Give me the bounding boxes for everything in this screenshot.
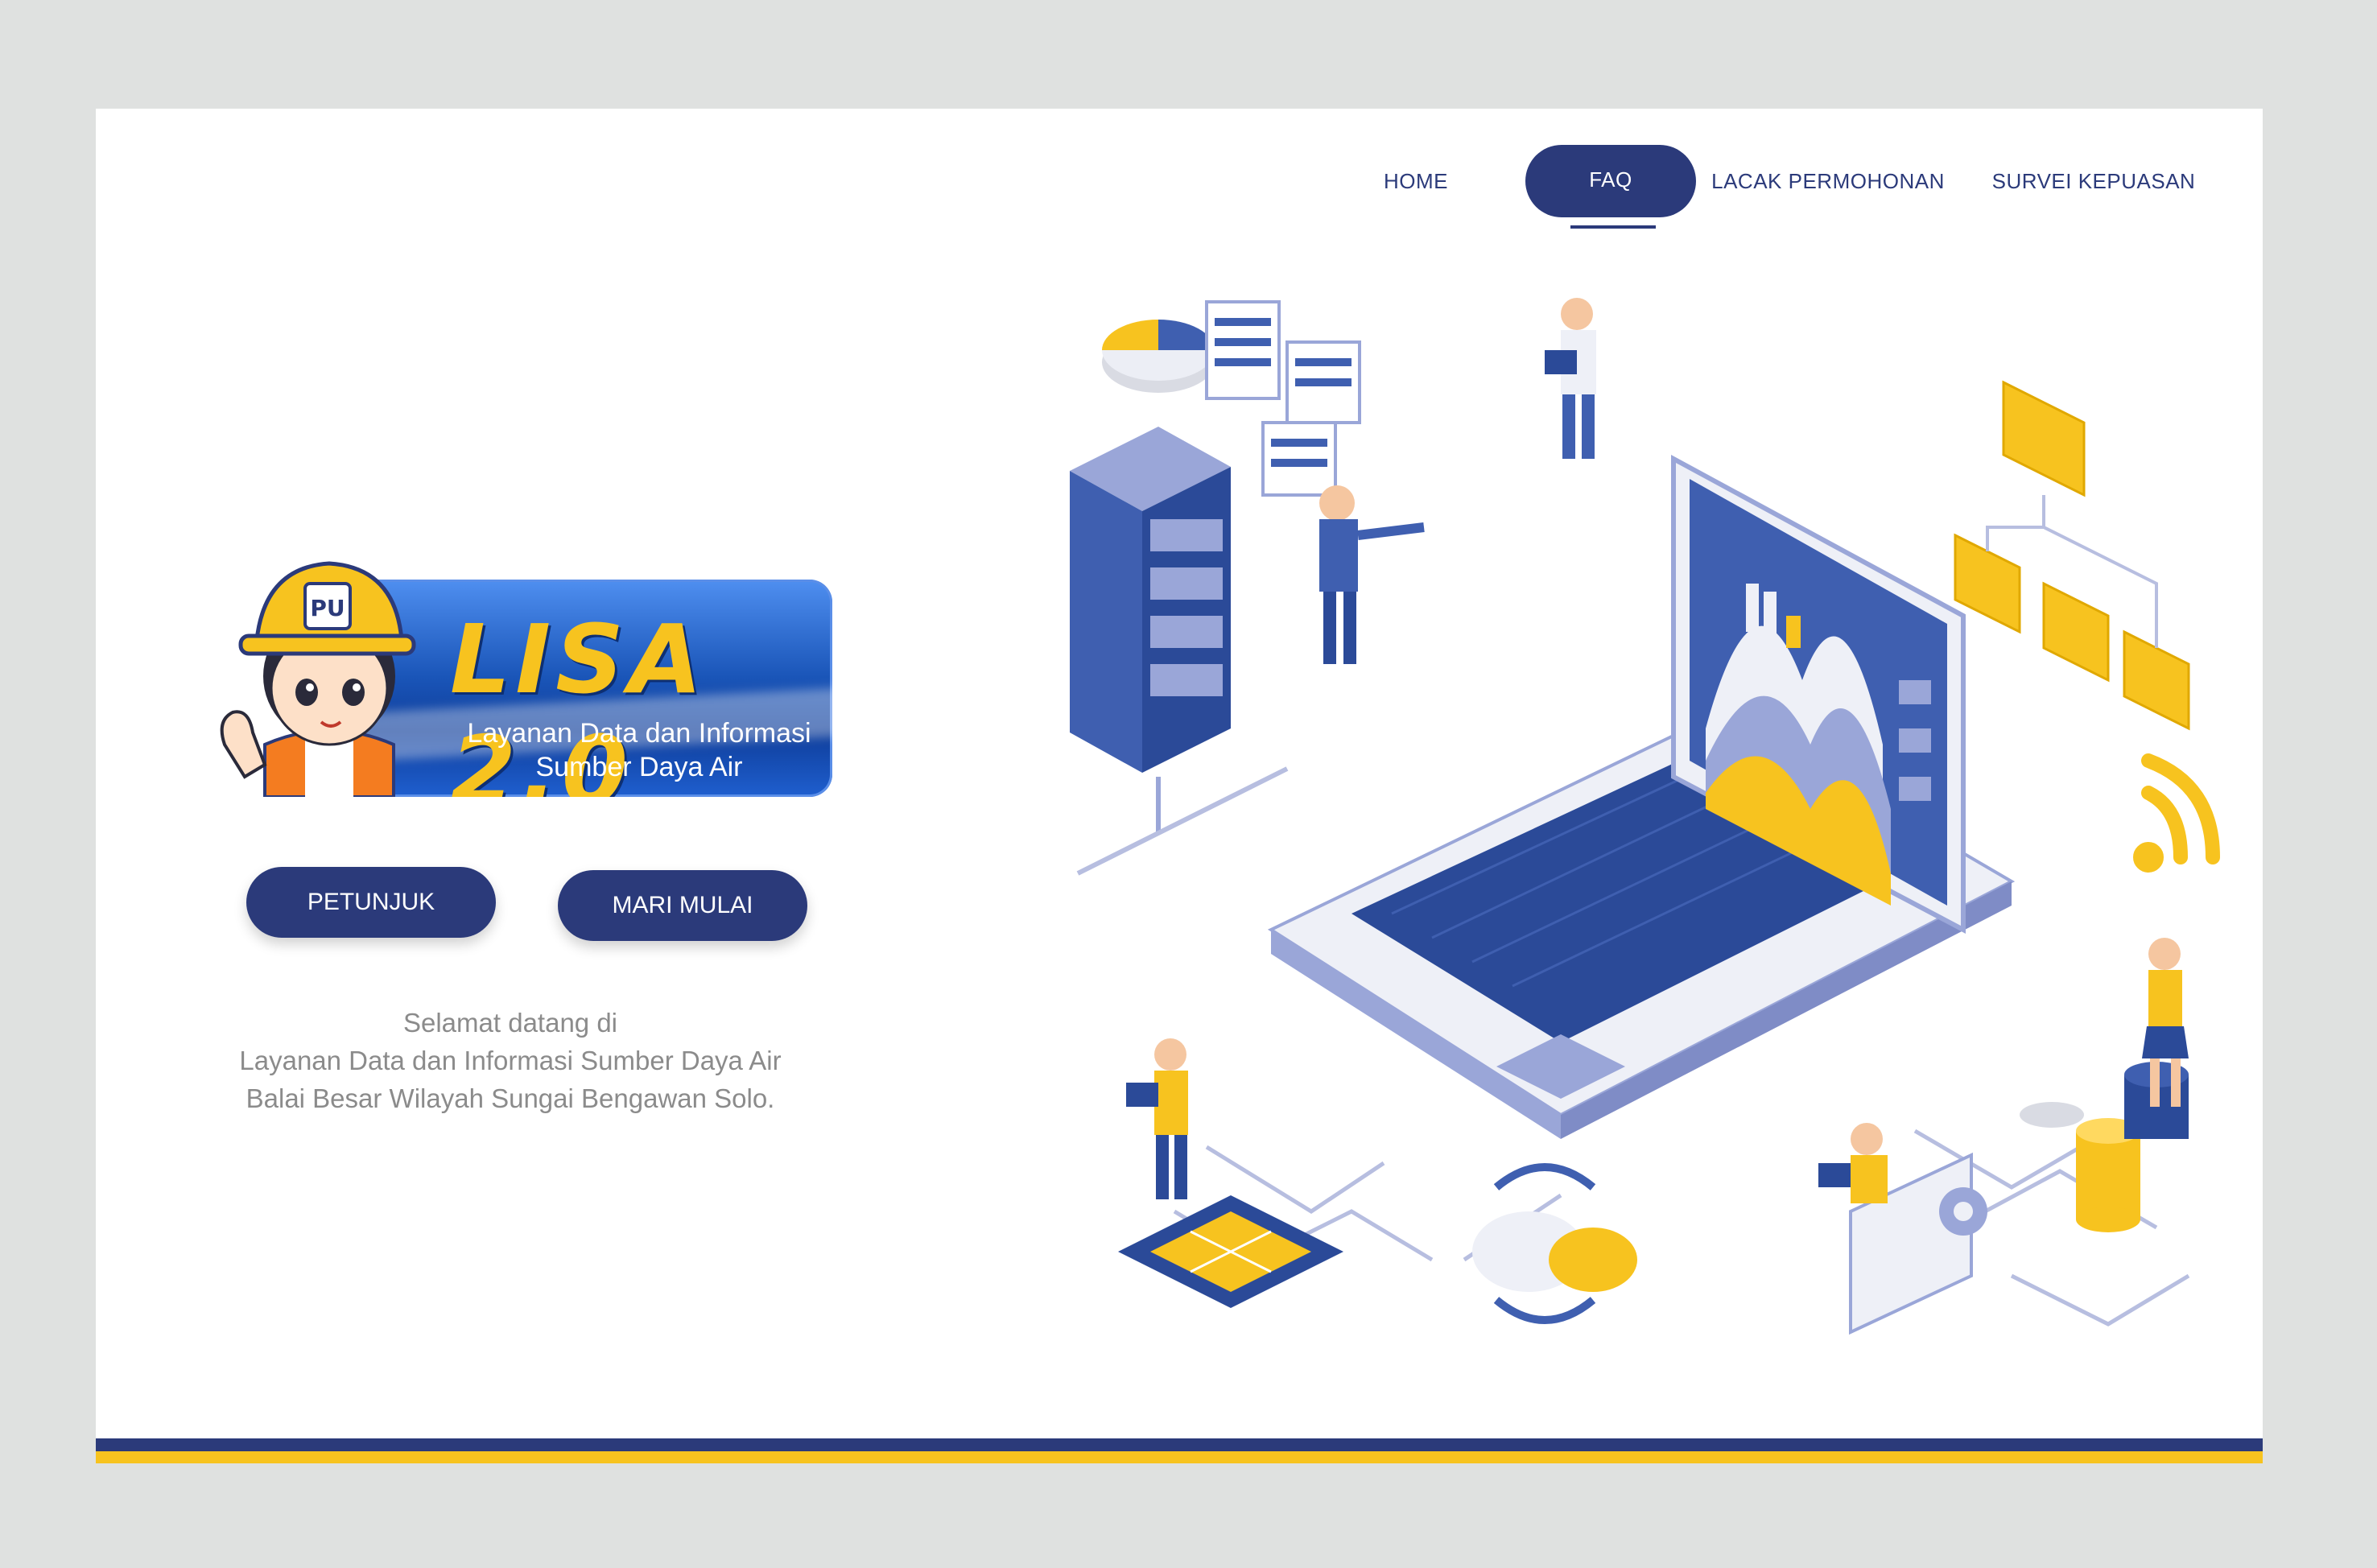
footer-stripe-yellow xyxy=(96,1451,2263,1463)
circuit-lines xyxy=(1173,1129,2190,1327)
petunjuk-button[interactable]: PETUNJUK xyxy=(246,867,496,938)
wifi-icon xyxy=(2133,753,2220,873)
nav-lacak-permohonan[interactable]: LACAK PERMOHONAN xyxy=(1707,145,1949,217)
lisa-logo-badge: LISA 2.0 Layanan Data dan Informasi Sumb… xyxy=(208,535,832,797)
person-sitting xyxy=(1818,1123,1888,1203)
welcome-line2: Layanan Data dan Informasi Sumber Daya A… xyxy=(239,1046,782,1075)
footer-stripe-navy xyxy=(96,1438,2263,1451)
spreadsheet-docs-icon xyxy=(1205,300,1361,497)
logo-subtitle-line2: Sumber Daya Air xyxy=(535,752,743,782)
cloud-sync-icon xyxy=(1472,1163,1637,1324)
server-rack-icon xyxy=(1070,427,1289,876)
landing-page: HOME FAQ LACAK PERMOHONAN SURVEI KEPUASA… xyxy=(96,109,2263,1463)
welcome-line1: Selamat datang di xyxy=(402,1008,617,1038)
mari-mulai-button[interactable]: MARI MULAI xyxy=(558,870,807,941)
folder-tree-icon xyxy=(1954,380,2190,731)
database-icon xyxy=(2020,1062,2189,1232)
nav-active-underline xyxy=(1570,225,1656,229)
nav-home[interactable]: HOME xyxy=(1368,145,1464,217)
mascot-engineer-icon: PU xyxy=(220,561,416,797)
person-laptop-top xyxy=(1545,298,1596,459)
laptop-illustration xyxy=(1267,454,2016,1139)
hero-isometric-illustration xyxy=(1070,298,2220,1335)
welcome-line3: Balai Besar Wilayah Sungai Bengawan Solo… xyxy=(246,1083,775,1113)
person-left-yellow xyxy=(1126,1038,1188,1199)
nav-survei-kepuasan[interactable]: SURVEI KEPUASAN xyxy=(1965,145,2222,217)
pie-chart-icon xyxy=(1102,320,1215,393)
nav-faq[interactable]: FAQ xyxy=(1525,145,1696,217)
logo-subtitle-line1: Layanan Data dan Informasi xyxy=(467,718,811,749)
svg-text:PU: PU xyxy=(310,595,345,621)
person-pointing xyxy=(1319,485,1425,664)
logo-subtitle: Layanan Data dan Informasi Sumber Daya A… xyxy=(450,716,828,784)
welcome-text: Selamat datang di Layanan Data dan Infor… xyxy=(217,1004,804,1117)
